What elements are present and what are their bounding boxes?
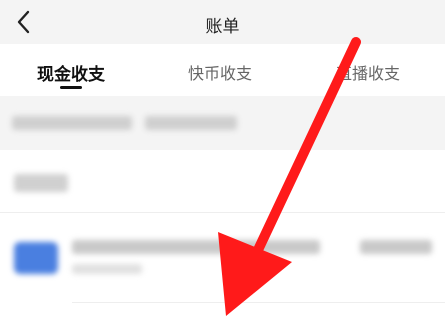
page-title: 账单 <box>205 17 240 36</box>
month-header <box>0 150 445 212</box>
active-tab-indicator <box>60 86 82 89</box>
redacted-month-label <box>14 174 68 192</box>
tab-kuaibi[interactable]: 快币收支 <box>188 60 252 84</box>
redacted-transaction-amount <box>360 240 432 254</box>
redacted-transaction-subtitle <box>72 264 142 274</box>
filter-bar[interactable] <box>0 96 445 150</box>
top-bar: 账单 <box>0 0 445 44</box>
list-item[interactable] <box>0 212 445 302</box>
redacted-filter-text <box>12 116 132 130</box>
tab-live[interactable]: 直播收支 <box>336 60 400 84</box>
redacted-filter-text <box>145 116 237 130</box>
divider <box>72 302 445 303</box>
transaction-icon <box>14 242 58 274</box>
tab-cash[interactable]: 现金收支 <box>37 60 105 85</box>
redacted-transaction-title <box>72 240 320 254</box>
tab-bar: 现金收支 快币收支 直播收支 <box>0 44 445 96</box>
